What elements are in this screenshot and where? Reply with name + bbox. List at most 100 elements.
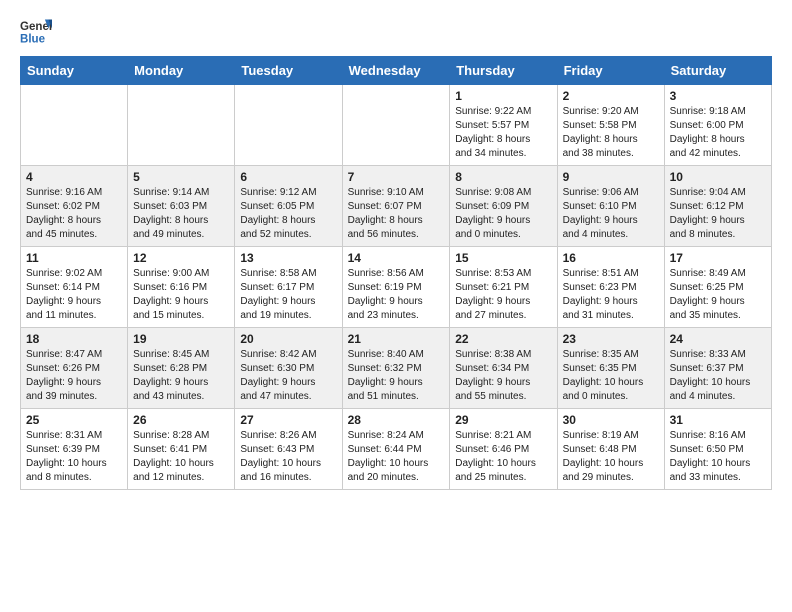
logo: General Blue (20, 16, 52, 48)
calendar-cell: 17 Sunrise: 8:49 AM Sunset: 6:25 PM Dayli… (664, 247, 771, 328)
day-number: 30 (563, 413, 659, 427)
day-info: Sunrise: 9:06 AM Sunset: 6:10 PM Dayligh… (563, 186, 659, 242)
day-number: 3 (670, 89, 766, 103)
day-number: 14 (348, 251, 445, 265)
weekday-header-tuesday: Tuesday (235, 57, 342, 85)
day-number: 6 (240, 170, 336, 184)
day-info: Sunrise: 8:35 AM Sunset: 6:35 PM Dayligh… (563, 348, 659, 404)
calendar-cell: 27Sunrise: 8:26 AM Sunset: 6:43 PM Dayli… (235, 409, 342, 490)
calendar-cell: 31Sunrise: 8:16 AM Sunset: 6:50 PM Dayli… (664, 409, 771, 490)
weekday-header-monday: Monday (128, 57, 235, 85)
day-info: Sunrise: 8:58 AM Sunset: 6:17 PM Dayligh… (240, 267, 336, 323)
day-info: Sunrise: 9:12 AM Sunset: 6:05 PM Dayligh… (240, 186, 336, 242)
calendar-cell: 15 Sunrise: 8:53 AM Sunset: 6:21 PM Dayli… (450, 247, 557, 328)
calendar-cell: 4 Sunrise: 9:16 AM Sunset: 6:02 PM Daylig… (21, 166, 128, 247)
day-info: Sunrise: 9:02 AM Sunset: 6:14 PM Dayligh… (26, 267, 122, 323)
day-info: Sunrise: 9:18 AM Sunset: 6:00 PM Dayligh… (670, 105, 766, 161)
weekday-header-thursday: Thursday (450, 57, 557, 85)
day-info: Sunrise: 8:21 AM Sunset: 6:46 PM Dayligh… (455, 429, 551, 485)
day-info: Sunrise: 9:16 AM Sunset: 6:02 PM Dayligh… (26, 186, 122, 242)
calendar-week-4: 18 Sunrise: 8:47 AM Sunset: 6:26 PM Dayli… (21, 328, 772, 409)
svg-text:Blue: Blue (20, 34, 46, 46)
day-number: 22 (455, 332, 551, 346)
day-info: Sunrise: 8:45 AM Sunset: 6:28 PM Dayligh… (133, 348, 229, 404)
day-info: Sunrise: 9:22 AM Sunset: 5:57 PM Dayligh… (455, 105, 551, 161)
day-number: 18 (26, 332, 122, 346)
day-info: Sunrise: 9:10 AM Sunset: 6:07 PM Dayligh… (348, 186, 445, 242)
day-info: Sunrise: 8:26 AM Sunset: 6:43 PM Dayligh… (240, 429, 336, 485)
day-info: Sunrise: 8:28 AM Sunset: 6:41 PM Dayligh… (133, 429, 229, 485)
calendar-cell: 8Sunrise: 9:08 AM Sunset: 6:09 PM Daylig… (450, 166, 557, 247)
day-info: Sunrise: 9:08 AM Sunset: 6:09 PM Dayligh… (455, 186, 551, 242)
day-number: 26 (133, 413, 229, 427)
calendar-table: SundayMondayTuesdayWednesdayThursdayFrid… (20, 56, 772, 490)
day-info: Sunrise: 8:16 AM Sunset: 6:50 PM Dayligh… (670, 429, 766, 485)
calendar-cell: 19Sunrise: 8:45 AM Sunset: 6:28 PM Dayli… (128, 328, 235, 409)
day-info: Sunrise: 8:42 AM Sunset: 6:30 PM Dayligh… (240, 348, 336, 404)
day-info: Sunrise: 8:40 AM Sunset: 6:32 PM Dayligh… (348, 348, 445, 404)
day-number: 29 (455, 413, 551, 427)
weekday-header-wednesday: Wednesday (342, 57, 450, 85)
day-number: 20 (240, 332, 336, 346)
day-number: 21 (348, 332, 445, 346)
weekday-header-friday: Friday (557, 57, 664, 85)
calendar-cell: 29 Sunrise: 8:21 AM Sunset: 6:46 PM Dayli… (450, 409, 557, 490)
day-info: Sunrise: 9:00 AM Sunset: 6:16 PM Dayligh… (133, 267, 229, 323)
day-info: Sunrise: 8:38 AM Sunset: 6:34 PM Dayligh… (455, 348, 551, 404)
day-number: 5 (133, 170, 229, 184)
day-number: 1 (455, 89, 551, 103)
calendar-cell: 1 Sunrise: 9:22 AM Sunset: 5:57 PM Daylig… (450, 85, 557, 166)
day-info: Sunrise: 8:49 AM Sunset: 6:25 PM Dayligh… (670, 267, 766, 323)
calendar-cell: 16Sunrise: 8:51 AM Sunset: 6:23 PM Dayli… (557, 247, 664, 328)
calendar-cell: 10Sunrise: 9:04 AM Sunset: 6:12 PM Dayli… (664, 166, 771, 247)
calendar-cell: 28Sunrise: 8:24 AM Sunset: 6:44 PM Dayli… (342, 409, 450, 490)
calendar-cell: 24 Sunrise: 8:33 AM Sunset: 6:37 PM Dayli… (664, 328, 771, 409)
day-number: 23 (563, 332, 659, 346)
calendar-cell: 22 Sunrise: 8:38 AM Sunset: 6:34 PM Dayli… (450, 328, 557, 409)
day-info: Sunrise: 8:47 AM Sunset: 6:26 PM Dayligh… (26, 348, 122, 404)
day-info: Sunrise: 8:31 AM Sunset: 6:39 PM Dayligh… (26, 429, 122, 485)
calendar-cell: 12 Sunrise: 9:00 AM Sunset: 6:16 PM Dayli… (128, 247, 235, 328)
calendar-cell: 25 Sunrise: 8:31 AM Sunset: 6:39 PM Dayli… (21, 409, 128, 490)
calendar-cell: 6 Sunrise: 9:12 AM Sunset: 6:05 PM Daylig… (235, 166, 342, 247)
calendar-cell: 7 Sunrise: 9:10 AM Sunset: 6:07 PM Daylig… (342, 166, 450, 247)
day-info: Sunrise: 9:14 AM Sunset: 6:03 PM Dayligh… (133, 186, 229, 242)
weekday-header-row: SundayMondayTuesdayWednesdayThursdayFrid… (21, 57, 772, 85)
day-number: 2 (563, 89, 659, 103)
day-info: Sunrise: 8:51 AM Sunset: 6:23 PM Dayligh… (563, 267, 659, 323)
day-number: 4 (26, 170, 122, 184)
day-info: Sunrise: 8:56 AM Sunset: 6:19 PM Dayligh… (348, 267, 445, 323)
calendar-cell: 13Sunrise: 8:58 AM Sunset: 6:17 PM Dayli… (235, 247, 342, 328)
day-number: 12 (133, 251, 229, 265)
day-info: Sunrise: 8:53 AM Sunset: 6:21 PM Dayligh… (455, 267, 551, 323)
calendar-cell: 3 Sunrise: 9:18 AM Sunset: 6:00 PM Daylig… (664, 85, 771, 166)
day-info: Sunrise: 9:20 AM Sunset: 5:58 PM Dayligh… (563, 105, 659, 161)
calendar-week-3: 11 Sunrise: 9:02 AM Sunset: 6:14 PM Dayli… (21, 247, 772, 328)
calendar-cell (235, 85, 342, 166)
calendar-cell (21, 85, 128, 166)
calendar-cell: 11 Sunrise: 9:02 AM Sunset: 6:14 PM Dayli… (21, 247, 128, 328)
calendar-cell (342, 85, 450, 166)
calendar-week-5: 25 Sunrise: 8:31 AM Sunset: 6:39 PM Dayli… (21, 409, 772, 490)
calendar-cell: 20 Sunrise: 8:42 AM Sunset: 6:30 PM Dayli… (235, 328, 342, 409)
calendar-cell: 18 Sunrise: 8:47 AM Sunset: 6:26 PM Dayli… (21, 328, 128, 409)
calendar-week-1: 1 Sunrise: 9:22 AM Sunset: 5:57 PM Daylig… (21, 85, 772, 166)
calendar-cell: 9Sunrise: 9:06 AM Sunset: 6:10 PM Daylig… (557, 166, 664, 247)
calendar-cell: 5 Sunrise: 9:14 AM Sunset: 6:03 PM Daylig… (128, 166, 235, 247)
calendar-cell (128, 85, 235, 166)
day-info: Sunrise: 8:19 AM Sunset: 6:48 PM Dayligh… (563, 429, 659, 485)
day-info: Sunrise: 8:33 AM Sunset: 6:37 PM Dayligh… (670, 348, 766, 404)
day-number: 25 (26, 413, 122, 427)
logo-icon: General Blue (20, 16, 52, 48)
calendar-cell: 14 Sunrise: 8:56 AM Sunset: 6:19 PM Dayli… (342, 247, 450, 328)
calendar-cell: 2 Sunrise: 9:20 AM Sunset: 5:58 PM Daylig… (557, 85, 664, 166)
day-number: 17 (670, 251, 766, 265)
day-number: 11 (26, 251, 122, 265)
day-info: Sunrise: 8:24 AM Sunset: 6:44 PM Dayligh… (348, 429, 445, 485)
day-number: 24 (670, 332, 766, 346)
day-number: 7 (348, 170, 445, 184)
weekday-header-sunday: Sunday (21, 57, 128, 85)
weekday-header-saturday: Saturday (664, 57, 771, 85)
calendar-cell: 30 Sunrise: 8:19 AM Sunset: 6:48 PM Dayli… (557, 409, 664, 490)
day-number: 15 (455, 251, 551, 265)
